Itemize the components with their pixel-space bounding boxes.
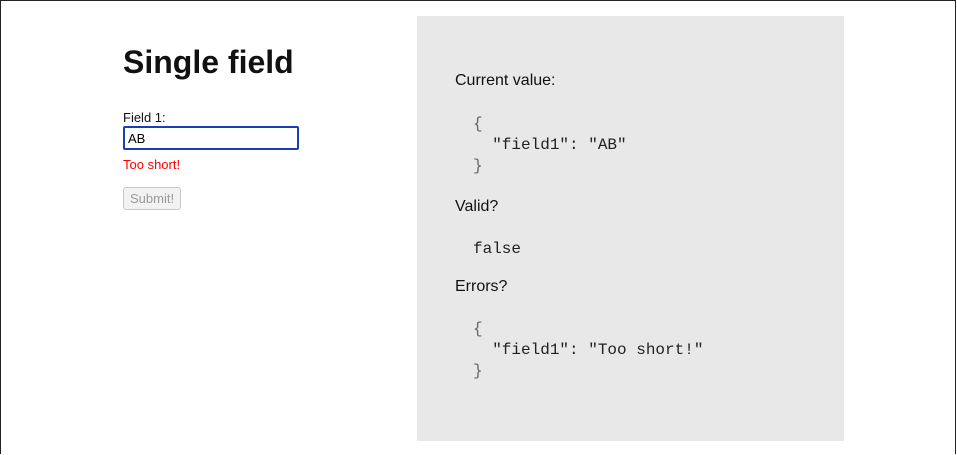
current-value-open-brace: { (473, 115, 483, 133)
page-title: Single field (123, 44, 294, 80)
current-value-heading: Current value: (455, 72, 556, 89)
errors-heading: Errors? (455, 278, 508, 295)
field1-error-message: Too short! (123, 157, 181, 172)
current-value-json: { "field1": "AB" } (473, 114, 627, 177)
current-value-line: "field1": "AB" (492, 136, 627, 154)
field1-input[interactable] (123, 126, 299, 150)
valid-heading: Valid? (455, 198, 499, 215)
errors-json: { "field1": "Too short!" } (473, 319, 703, 382)
submit-button[interactable]: Submit! (123, 187, 182, 210)
errors-close-brace: } (473, 362, 483, 380)
errors-open-brace: { (473, 320, 483, 338)
form-section: Single field Field 1: Too short! Submit! (123, 40, 383, 210)
current-value-close-brace: } (473, 157, 483, 175)
valid-value: false (473, 240, 522, 258)
debug-panel: Current value: { "field1": "AB" } Valid?… (417, 16, 844, 441)
field1-label: Field 1: (123, 110, 166, 125)
errors-line: "field1": "Too short!" (492, 341, 704, 359)
